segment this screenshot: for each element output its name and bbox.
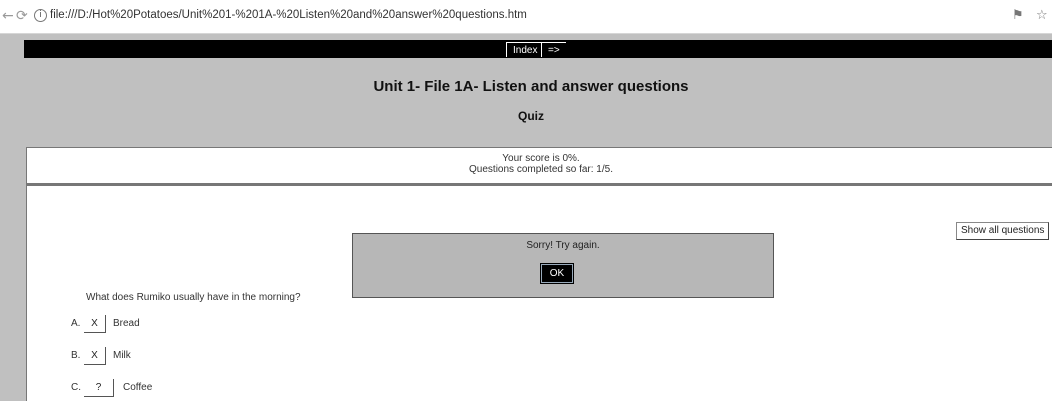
ok-button[interactable]: OK (540, 263, 574, 284)
feedback-message: Sorry! Try again. (526, 240, 600, 251)
answer-text: Bread (113, 318, 140, 329)
answer-text: Milk (113, 350, 131, 361)
score-text: Your score is 0%. (502, 153, 580, 164)
reload-icon[interactable]: ⟳ (16, 8, 28, 24)
url-field[interactable]: file:///D:/Hot%20Potatoes/Unit%201-%201A… (50, 9, 527, 21)
top-nav-bar: Index => (24, 40, 1052, 58)
back-arrow-icon[interactable]: ← (2, 8, 14, 24)
question-text: What does Rumiko usually have in the mor… (86, 292, 301, 303)
question-area: Show all questions Sorry! Try again. OK … (26, 184, 1052, 401)
progress-text: Questions completed so far: 1/5. (469, 164, 613, 175)
page-title: Unit 1- File 1A- Listen and answer quest… (373, 78, 689, 95)
score-box: Your score is 0%. Questions completed so… (26, 147, 1052, 184)
page-subtitle: Quiz (518, 109, 544, 123)
answer-letter: C. (71, 382, 81, 393)
answer-text: Coffee (123, 382, 153, 393)
answer-letter: A. (71, 318, 81, 329)
quiz-page: Index => Unit 1- File 1A- Listen and ans… (10, 34, 1052, 401)
next-button[interactable]: => (541, 42, 566, 57)
info-icon[interactable]: i (34, 9, 47, 22)
index-button[interactable]: Index (506, 42, 544, 57)
answer-c-button[interactable]: ? (84, 379, 114, 397)
feedback-dialog: Sorry! Try again. OK (352, 233, 774, 298)
show-all-questions-button[interactable]: Show all questions (956, 222, 1050, 240)
bookmark-star-icon[interactable]: ☆ (1036, 8, 1048, 23)
answer-a-button[interactable]: X (84, 315, 106, 333)
browser-address-bar: ← ⟳ i file:///D:/Hot%20Potatoes/Unit%201… (0, 0, 1052, 34)
translate-icon[interactable]: ⚑ (1012, 8, 1024, 23)
answer-b-button[interactable]: X (84, 347, 106, 365)
answer-letter: B. (71, 350, 81, 361)
